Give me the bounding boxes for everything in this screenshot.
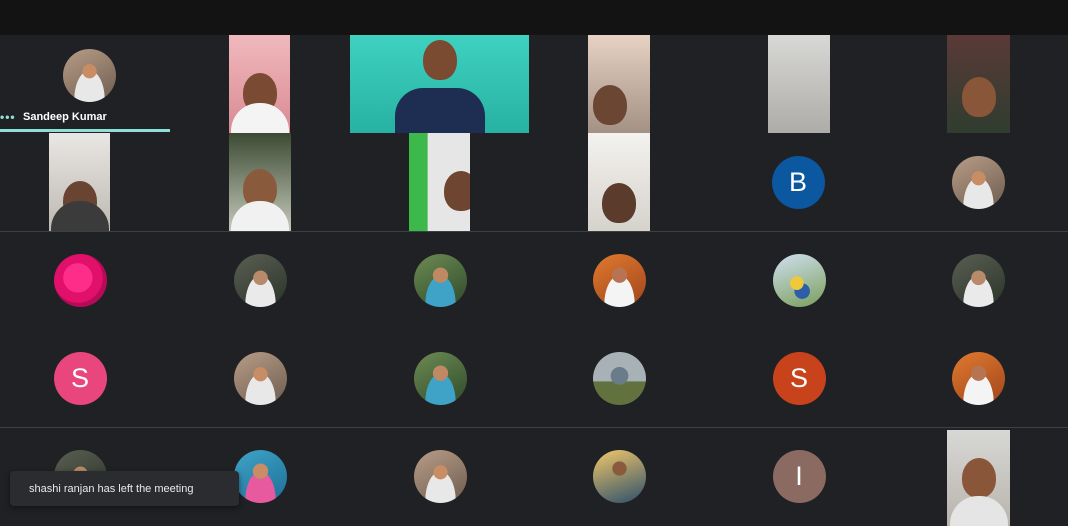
avatar — [413, 449, 467, 503]
avatar — [62, 48, 116, 102]
participant-tile[interactable] — [889, 133, 1067, 231]
participant-tile[interactable] — [351, 427, 529, 525]
participant-tile[interactable]: B — [709, 133, 887, 231]
speaking-indicator-icon: ••• — [0, 110, 16, 124]
participant-tile[interactable] — [710, 231, 888, 329]
participant-name-label: Sandeep Kumar — [23, 111, 107, 123]
avatar — [951, 351, 1005, 405]
participant-initial-avatar: B — [771, 155, 825, 209]
participant-tile[interactable]: S — [0, 329, 169, 427]
avatar — [592, 449, 646, 503]
participant-video[interactable] — [768, 35, 830, 133]
participant-video[interactable] — [350, 35, 529, 133]
participant-initial-avatar: S — [772, 351, 826, 405]
participant-tile[interactable] — [171, 231, 349, 329]
top-bar — [0, 0, 1068, 35]
participant-grid: ••• Sandeep Kumar B S S I — [0, 35, 1068, 526]
avatar — [951, 155, 1005, 209]
participant-tile[interactable]: S — [710, 329, 888, 427]
active-speaker-bar — [0, 129, 170, 132]
participant-tile[interactable] — [889, 329, 1067, 427]
participant-initial-avatar: S — [53, 351, 107, 405]
participant-tile[interactable] — [0, 231, 169, 329]
participant-video[interactable] — [229, 133, 291, 231]
avatar — [53, 253, 107, 307]
participant-tile[interactable] — [889, 231, 1067, 329]
participant-video[interactable] — [409, 133, 470, 231]
notification-toast: shashi ranjan has left the meeting — [10, 471, 239, 506]
participant-tile[interactable] — [351, 231, 529, 329]
avatar — [951, 253, 1005, 307]
avatar — [413, 253, 467, 307]
avatar — [233, 449, 287, 503]
avatar — [233, 351, 287, 405]
participant-video[interactable] — [229, 35, 290, 133]
participant-tile[interactable] — [171, 329, 349, 427]
participant-tile[interactable] — [351, 329, 529, 427]
avatar — [772, 253, 826, 307]
participant-video[interactable] — [947, 430, 1010, 526]
notification-text: shashi ranjan has left the meeting — [29, 482, 194, 495]
participant-tile[interactable] — [530, 427, 708, 525]
participant-video[interactable] — [49, 133, 110, 231]
participant-video[interactable] — [588, 133, 650, 231]
participant-video[interactable] — [588, 35, 650, 133]
participant-initial-avatar: I — [772, 449, 826, 503]
avatar — [233, 253, 287, 307]
avatar — [592, 253, 646, 307]
participant-tile[interactable] — [530, 329, 708, 427]
participant-video[interactable] — [947, 35, 1010, 133]
avatar — [592, 351, 646, 405]
participant-tile[interactable]: I — [710, 427, 888, 525]
participant-tile[interactable] — [530, 231, 708, 329]
avatar — [413, 351, 467, 405]
